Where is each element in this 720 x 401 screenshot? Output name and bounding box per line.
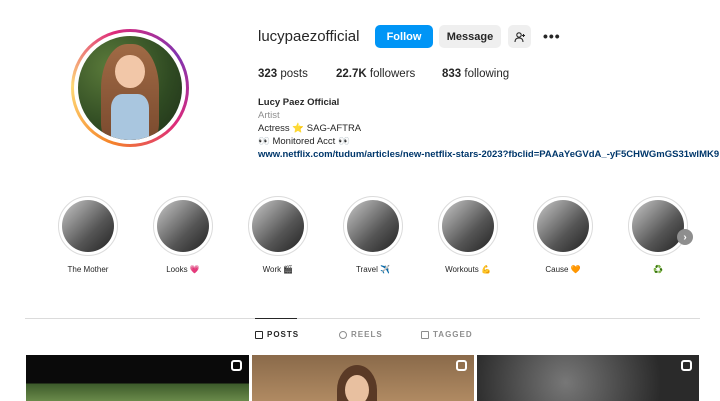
posts-stat: 323 posts [258,68,308,80]
avatar-frame [74,32,186,144]
highlight-cover [343,196,403,256]
tab-tagged-label: TAGGED [433,330,473,339]
bio-category: Artist [258,110,280,121]
highlight-item[interactable]: Travel ✈️ [341,196,405,274]
multi-photo-icon [456,360,467,371]
highlight-item[interactable]: ♻️ [626,196,690,274]
followers-label: followers [369,68,416,80]
highlight-image [157,200,209,252]
posts-count: 323 [258,68,278,80]
reel-icon [681,360,692,371]
avatar-face [115,54,145,88]
highlight-image [347,200,399,252]
suggested-accounts-button[interactable] [508,25,531,48]
highlight-cover [533,196,593,256]
highlight-cover [153,196,213,256]
highlight-image [632,200,684,252]
avatar-photo [78,36,182,140]
highlight-cover [438,196,498,256]
highlight-label: ♻️ [653,265,663,274]
highlight-item[interactable]: Cause 🧡 [531,196,595,274]
reels-icon [339,330,347,339]
highlight-label: Work 🎬 [262,265,294,274]
highlight-cover [248,196,308,256]
more-options-icon[interactable]: ••• [543,28,561,44]
add-person-icon [513,31,525,42]
posts-label: posts [280,68,308,80]
highlight-item[interactable]: The Mother [56,196,120,274]
post-thumbnail[interactable] [477,355,699,401]
tabs-divider [25,318,700,319]
chevron-right-icon[interactable]: › [677,229,693,245]
follow-button[interactable]: Follow [375,25,433,48]
highlight-image [537,200,589,252]
tab-posts-label: POSTS [267,330,300,339]
followers-count: 22.7K [336,68,367,80]
highlight-item[interactable]: Work 🎬 [246,196,310,274]
highlight-label: Looks 💗 [166,265,200,274]
highlight-cover [628,196,688,256]
post-thumbnail[interactable] [26,355,249,401]
followers-stat[interactable]: 22.7K followers [336,68,415,80]
highlight-item[interactable]: Workouts 💪 [436,196,500,274]
tab-reels-label: REELS [351,330,383,339]
highlight-label: The Mother [67,265,109,274]
profile-avatar[interactable] [71,29,189,147]
tab-tagged[interactable]: TAGGED [421,330,473,339]
bio-link[interactable]: www.netflix.com/tudum/articles/new-netfl… [258,149,719,160]
highlight-item[interactable]: Looks 💗 [151,196,215,274]
highlight-image [252,200,304,252]
following-count: 833 [442,68,462,80]
post-thumbnail[interactable] [252,355,474,401]
bio-name: Lucy Paez Official [258,97,340,108]
highlight-label: Workouts 💪 [445,265,491,274]
highlight-label: Cause 🧡 [545,265,581,274]
following-stat[interactable]: 833 following [442,68,509,80]
reel-icon [231,360,242,371]
highlight-label: Travel ✈️ [355,265,391,274]
highlight-cover [58,196,118,256]
active-tab-indicator [255,318,297,319]
profile-username: lucypaezofficial [258,28,360,45]
highlight-image [442,200,494,252]
grid-icon [255,330,263,339]
message-button[interactable]: Message [439,25,501,48]
highlight-image [62,200,114,252]
tab-posts[interactable]: POSTS [255,330,299,339]
avatar-clothing [111,94,149,140]
tab-reels[interactable]: REELS [339,330,383,339]
tagged-icon [421,330,429,339]
bio-line-2: 👀 Monitored Acct 👀 [258,136,350,147]
bio-line-1: Actress ⭐ SAG-AFTRA [258,123,362,134]
following-label: following [464,68,510,80]
post-face [345,375,369,401]
